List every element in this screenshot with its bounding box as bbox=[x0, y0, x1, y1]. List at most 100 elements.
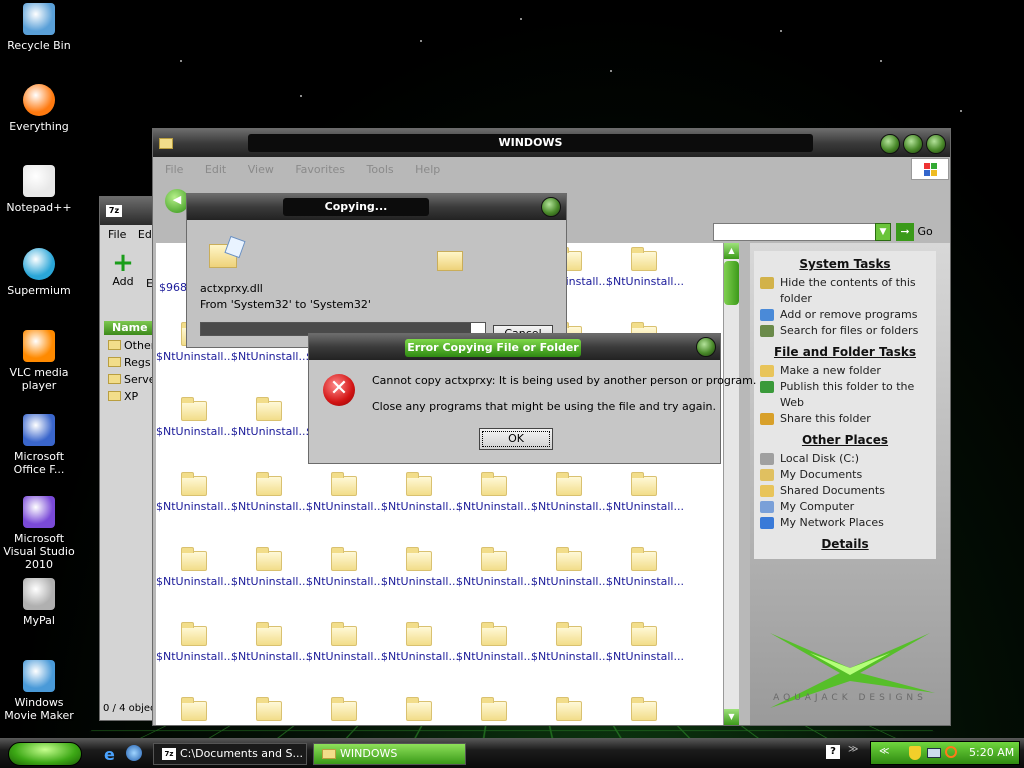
sevenzip-add-button[interactable]: + Add bbox=[108, 250, 138, 288]
desktop-shortcut[interactable]: Windows Movie Maker bbox=[2, 660, 76, 722]
folder-item[interactable]: $NtUninstall... bbox=[456, 472, 534, 513]
scroll-down-icon[interactable]: ▼ bbox=[724, 709, 739, 725]
folder-icon bbox=[255, 697, 282, 721]
desktop-shortcut[interactable]: Notepad++ bbox=[2, 165, 76, 214]
folder-item[interactable]: $NtUninstall... bbox=[231, 622, 309, 663]
task-link[interactable]: Search for files or folders bbox=[754, 323, 936, 339]
task-link[interactable]: Hide the contents of this folder bbox=[754, 275, 936, 307]
file-tasks-title[interactable]: File and Folder Tasks bbox=[754, 345, 936, 359]
address-bar[interactable]: ▼ bbox=[713, 223, 891, 241]
folder-item[interactable]: $NtUninstall... bbox=[606, 547, 684, 588]
folder-item[interactable] bbox=[606, 697, 681, 725]
menu-favorites[interactable]: Favorites bbox=[295, 163, 345, 176]
security-shield-icon[interactable] bbox=[909, 746, 921, 760]
folder-item[interactable]: $NtUninstall... bbox=[231, 547, 309, 588]
tray-expand-icon[interactable]: ≫ bbox=[848, 744, 858, 755]
folder-label: $NtUninstall... bbox=[156, 575, 234, 588]
folder-item[interactable]: $NtUninstall... bbox=[156, 622, 234, 663]
folder-item[interactable]: $NtUninstall... bbox=[531, 547, 609, 588]
ie-quicklaunch-icon[interactable]: e bbox=[104, 745, 122, 764]
desktop-shortcut[interactable]: Recycle Bin bbox=[2, 3, 76, 52]
menu-file[interactable]: File bbox=[108, 228, 126, 241]
task-link[interactable]: My Documents bbox=[754, 467, 936, 483]
copying-titlebar[interactable]: Copying... bbox=[187, 194, 566, 220]
folder-item[interactable]: $NtUninstall... bbox=[156, 397, 234, 438]
desktop-shortcut[interactable]: Supermium bbox=[2, 248, 76, 297]
sevenzip-column-name[interactable]: Name bbox=[104, 321, 156, 335]
folder-item[interactable]: $NtUninstall... bbox=[231, 397, 309, 438]
folder-item[interactable]: $NtUninstall... bbox=[606, 247, 684, 288]
task-link[interactable]: My Network Places bbox=[754, 515, 936, 531]
task-link[interactable]: Publish this folder to the Web bbox=[754, 379, 936, 411]
menu-tools[interactable]: Tools bbox=[367, 163, 394, 176]
folder-icon bbox=[255, 547, 282, 571]
ok-button[interactable]: OK bbox=[479, 428, 553, 450]
folder-item[interactable]: $NtUninstall... bbox=[606, 472, 684, 513]
menu-edit[interactable]: Edit bbox=[205, 163, 226, 176]
folder-item[interactable] bbox=[456, 697, 531, 725]
menu-view[interactable]: View bbox=[248, 163, 274, 176]
task-link[interactable]: Shared Documents bbox=[754, 483, 936, 499]
desktop-shortcut[interactable]: Everything bbox=[2, 84, 76, 133]
folder-item[interactable]: $NtUninstall... bbox=[231, 472, 309, 513]
menu-file[interactable]: File bbox=[165, 163, 183, 176]
folder-icon bbox=[180, 622, 207, 646]
vertical-scrollbar[interactable]: ▲ ▼ bbox=[723, 243, 739, 725]
task-link[interactable]: Share this folder bbox=[754, 411, 936, 427]
help-tray-icon[interactable]: ? bbox=[826, 745, 840, 759]
folder-item[interactable] bbox=[306, 697, 381, 725]
list-item[interactable]: Regs bbox=[108, 356, 151, 369]
folder-item[interactable]: $NtUninstall... bbox=[381, 622, 459, 663]
folder-item[interactable]: $NtUninstall... bbox=[156, 547, 234, 588]
task-link[interactable]: Make a new folder bbox=[754, 363, 936, 379]
tray-arrow-icon[interactable]: ≪ bbox=[879, 746, 889, 757]
desktop-shortcut[interactable]: Microsoft Visual Studio 2010 bbox=[2, 496, 76, 571]
desktop-shortcut[interactable]: MyPal bbox=[2, 578, 76, 627]
folder-label: $NtUninstall... bbox=[456, 650, 534, 663]
explorer-titlebar[interactable]: WINDOWS bbox=[153, 129, 950, 157]
maximize-button[interactable] bbox=[903, 134, 923, 154]
network-tray-icon[interactable] bbox=[927, 748, 941, 758]
details-title[interactable]: Details bbox=[754, 537, 936, 551]
folder-item[interactable] bbox=[156, 697, 231, 725]
list-item[interactable]: Other bbox=[108, 339, 155, 352]
start-button[interactable] bbox=[8, 742, 82, 766]
folder-item[interactable]: $NtUninstall... bbox=[456, 547, 534, 588]
go-button[interactable]: ➞ Go bbox=[896, 223, 936, 241]
close-button[interactable] bbox=[696, 337, 716, 357]
error-hint: Close any programs that might be using t… bbox=[372, 400, 717, 413]
folder-item[interactable]: $NtUninstall... bbox=[606, 622, 684, 663]
taskbar-windows-button[interactable]: WINDOWS bbox=[313, 743, 466, 765]
folder-item[interactable]: $NtUninstall... bbox=[531, 622, 609, 663]
media-quicklaunch-icon[interactable] bbox=[126, 745, 142, 761]
list-item[interactable]: XP bbox=[108, 390, 138, 403]
error-titlebar[interactable]: Error Copying File or Folder bbox=[309, 334, 720, 360]
scroll-up-icon[interactable]: ▲ bbox=[724, 243, 739, 259]
folder-item[interactable]: $NtUninstall... bbox=[156, 472, 234, 513]
folder-item[interactable] bbox=[381, 697, 456, 725]
folder-item[interactable] bbox=[231, 697, 306, 725]
menu-help[interactable]: Help bbox=[415, 163, 440, 176]
folder-item[interactable]: $NtUninstall... bbox=[456, 622, 534, 663]
desktop-shortcut[interactable]: Microsoft Office F... bbox=[2, 414, 76, 476]
address-dropdown-icon[interactable]: ▼ bbox=[875, 223, 891, 241]
other-places-title[interactable]: Other Places bbox=[754, 433, 936, 447]
minimize-button[interactable] bbox=[880, 134, 900, 154]
folder-item[interactable]: $NtUninstall... bbox=[306, 547, 384, 588]
search-tray-icon[interactable] bbox=[945, 746, 957, 758]
folder-item[interactable] bbox=[531, 697, 606, 725]
folder-item[interactable]: $NtUninstall... bbox=[306, 622, 384, 663]
task-link[interactable]: Add or remove programs bbox=[754, 307, 936, 323]
folder-item[interactable]: $NtUninstall... bbox=[306, 472, 384, 513]
folder-item[interactable]: $NtUninstall... bbox=[381, 547, 459, 588]
scroll-thumb[interactable] bbox=[724, 261, 739, 305]
folder-item[interactable]: $NtUninstall... bbox=[531, 472, 609, 513]
task-link[interactable]: My Computer bbox=[754, 499, 936, 515]
folder-item[interactable]: $NtUninstall... bbox=[381, 472, 459, 513]
system-tasks-title[interactable]: System Tasks bbox=[754, 257, 936, 271]
close-button[interactable] bbox=[541, 197, 561, 217]
taskbar-sevenzip-button[interactable]: 7z C:\Documents and S... bbox=[153, 743, 307, 765]
task-link[interactable]: Local Disk (C:) bbox=[754, 451, 936, 467]
close-button[interactable] bbox=[926, 134, 946, 154]
desktop-shortcut[interactable]: VLC media player bbox=[2, 330, 76, 392]
